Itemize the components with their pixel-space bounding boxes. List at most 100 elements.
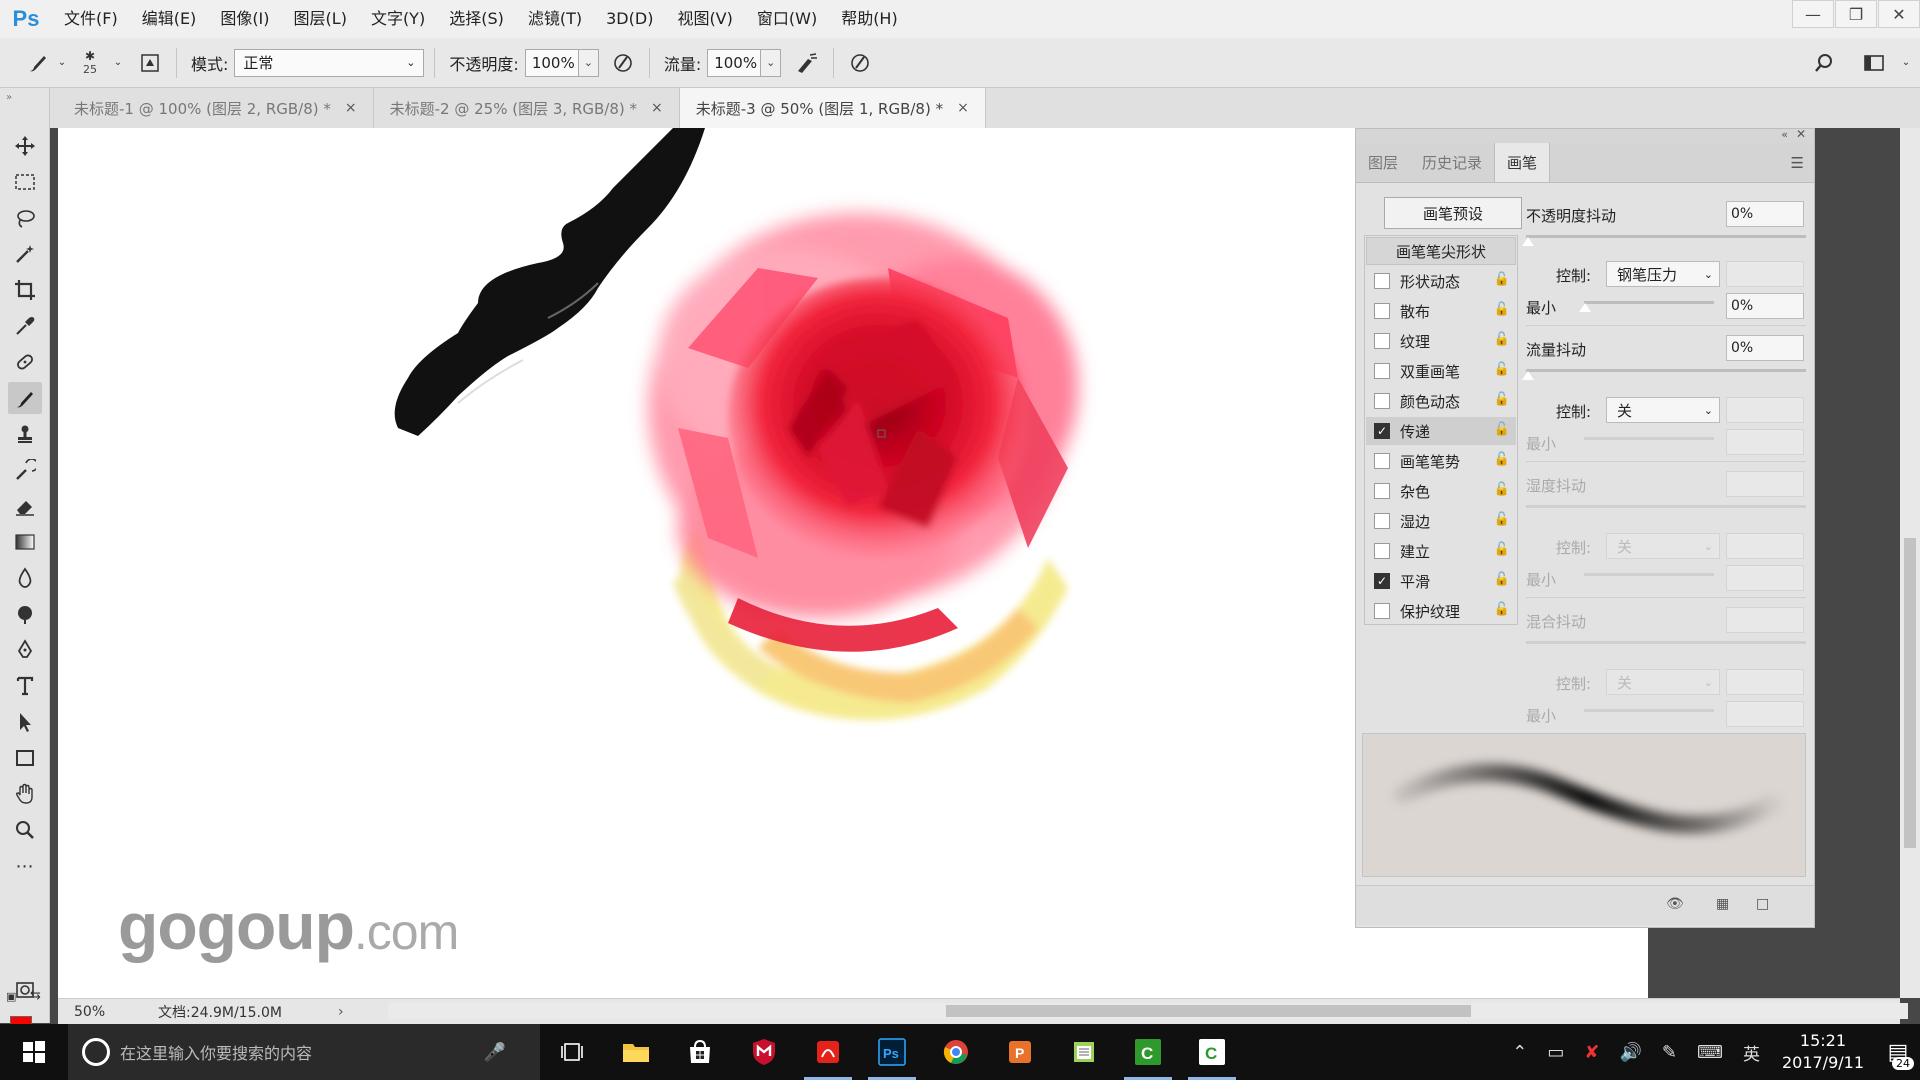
menu-edit[interactable]: 编辑(E) (130, 0, 209, 38)
checkbox[interactable] (1374, 363, 1390, 379)
flow-jitter-input[interactable]: 0% (1726, 335, 1804, 361)
checkbox[interactable] (1374, 273, 1390, 289)
flow-jitter-slider[interactable] (1526, 369, 1806, 372)
lock-icon[interactable]: 🔓 (1494, 272, 1510, 287)
zoom-tool-icon[interactable] (8, 814, 42, 846)
close-icon[interactable]: × (651, 100, 663, 116)
search-icon[interactable] (1808, 47, 1840, 79)
start-button[interactable] (0, 1024, 68, 1080)
workspace-icon[interactable] (1858, 47, 1890, 79)
menu-help[interactable]: 帮助(H) (829, 0, 910, 38)
path-selection-tool-icon[interactable] (8, 706, 42, 738)
horizontal-scrollbar[interactable] (388, 1003, 1908, 1019)
checkbox[interactable] (1374, 333, 1390, 349)
slider-knob[interactable] (1522, 237, 1534, 246)
opacity-minimum-input[interactable]: 0% (1726, 293, 1804, 319)
scrollbar-thumb[interactable] (1904, 538, 1916, 848)
option-brush-pose[interactable]: 画笔笔势 🔓 (1366, 447, 1516, 475)
type-tool-icon[interactable] (8, 670, 42, 702)
tab-document-3[interactable]: 未标题-3 @ 50% (图层 1, RGB/8) * × (679, 88, 986, 128)
magic-wand-tool-icon[interactable] (8, 238, 42, 270)
option-scattering[interactable]: 散布 🔓 (1366, 297, 1516, 325)
tab-document-1[interactable]: 未标题-1 @ 100% (图层 2, RGB/8) * × (58, 88, 374, 128)
menu-select[interactable]: 选择(S) (437, 0, 516, 38)
option-color-dynamics[interactable]: 颜色动态 🔓 (1366, 387, 1516, 415)
collapse-panel-icon[interactable]: « (1781, 128, 1788, 141)
option-noise[interactable]: 杂色 🔓 (1366, 477, 1516, 505)
checkbox[interactable] (1374, 513, 1390, 529)
menu-filter[interactable]: 滤镜(T) (516, 0, 594, 38)
option-transfer[interactable]: ✓ 传递 🔓 (1366, 417, 1516, 445)
opacity-control-select[interactable]: 钢笔压力 ⌄ (1606, 261, 1720, 287)
brush-tip-shape-item[interactable]: 画笔笔尖形状 (1366, 237, 1516, 265)
status-menu-icon[interactable]: › (338, 1004, 368, 1020)
powerpoint-icon[interactable]: P (988, 1024, 1052, 1080)
option-wet-edges[interactable]: 湿边 🔓 (1366, 507, 1516, 535)
tab-history[interactable]: 历史记录 (1410, 143, 1494, 182)
marquee-tool-icon[interactable] (8, 166, 42, 198)
chevron-up-icon[interactable]: ⌃ (1512, 1042, 1527, 1063)
opacity-dropdown[interactable]: ⌄ (578, 48, 599, 77)
toolbox-collapse-icon[interactable]: » (6, 92, 12, 103)
task-view-icon[interactable] (540, 1024, 604, 1080)
healing-brush-tool-icon[interactable] (8, 346, 42, 378)
lock-icon[interactable]: 🔓 (1494, 482, 1510, 497)
toggle-preview-icon[interactable]: 👁 (1666, 896, 1684, 912)
store-icon[interactable] (668, 1024, 732, 1080)
lock-icon[interactable]: 🔓 (1494, 512, 1510, 527)
mode-select[interactable]: 正常 ⌄ (234, 48, 425, 77)
eyedropper-tool-icon[interactable] (8, 310, 42, 342)
panel-menu-icon[interactable]: ☰ (1791, 154, 1804, 172)
opacity-jitter-input[interactable]: 0% (1726, 201, 1804, 227)
lock-icon[interactable]: 🔓 (1494, 422, 1510, 437)
opacity-jitter-slider[interactable] (1526, 235, 1806, 238)
rectangle-tool-icon[interactable] (8, 742, 42, 774)
lock-icon[interactable]: 🔓 (1494, 392, 1510, 407)
blur-tool-icon[interactable] (8, 562, 42, 594)
brush-presets-button[interactable]: 画笔预设 (1384, 197, 1522, 229)
vertical-scrollbar[interactable] (1900, 128, 1920, 998)
hand-tool-icon[interactable] (8, 778, 42, 810)
lock-icon[interactable]: 🔓 (1494, 362, 1510, 377)
chevron-down-icon[interactable]: ⌄ (1896, 47, 1916, 79)
menu-view[interactable]: 视图(V) (665, 0, 744, 38)
gradient-tool-icon[interactable] (8, 526, 42, 558)
slider-knob[interactable] (1522, 371, 1534, 380)
menu-layer[interactable]: 图层(L) (282, 0, 359, 38)
scrollbar-thumb[interactable] (946, 1005, 1471, 1017)
brush-tool-icon[interactable] (8, 382, 42, 414)
menu-file[interactable]: 文件(F) (52, 0, 130, 38)
tab-layers[interactable]: 图层 (1356, 143, 1410, 182)
system-clock[interactable]: 15:21 2017/9/11 (1782, 1030, 1864, 1074)
quick-mask-icon[interactable] (8, 974, 42, 1006)
input-method-indicator[interactable]: 英 (1743, 1040, 1760, 1065)
lasso-tool-icon[interactable] (8, 202, 42, 234)
brush-preset-picker[interactable]: ✱ 25 (70, 47, 110, 79)
opacity-input[interactable]: 100% (524, 48, 579, 77)
option-texture[interactable]: 纹理 🔓 (1366, 327, 1516, 355)
move-tool-icon[interactable] (8, 130, 42, 162)
chrome-icon[interactable] (924, 1024, 988, 1080)
action-center-button[interactable]: ▤ 24 (1876, 1024, 1920, 1080)
checkbox[interactable] (1374, 393, 1390, 409)
network-icon[interactable]: ✘ (1584, 1042, 1599, 1063)
pressure-opacity-icon[interactable] (607, 47, 639, 79)
lock-icon[interactable]: 🔓 (1494, 332, 1510, 347)
close-icon[interactable]: × (957, 100, 969, 116)
dodge-tool-icon[interactable] (8, 598, 42, 630)
pen-icon[interactable]: ✎ (1662, 1042, 1677, 1063)
camtasia-icon[interactable]: C (1116, 1024, 1180, 1080)
brush-tool-icon[interactable] (22, 47, 54, 79)
mcafee-icon[interactable] (732, 1024, 796, 1080)
checkbox-checked[interactable]: ✓ (1374, 423, 1390, 439)
battery-icon[interactable]: ▭ (1547, 1042, 1564, 1063)
checkbox[interactable] (1374, 303, 1390, 319)
pen-tool-icon[interactable] (8, 634, 42, 666)
file-explorer-icon[interactable] (604, 1024, 668, 1080)
tab-document-2[interactable]: 未标题-2 @ 25% (图层 3, RGB/8) * × (374, 88, 680, 128)
lock-icon[interactable]: 🔓 (1494, 572, 1510, 587)
keyboard-icon[interactable]: ⌨ (1697, 1042, 1723, 1063)
airbrush-icon[interactable] (791, 47, 823, 79)
restore-button[interactable]: ❐ (1835, 0, 1877, 28)
checkbox[interactable] (1374, 483, 1390, 499)
